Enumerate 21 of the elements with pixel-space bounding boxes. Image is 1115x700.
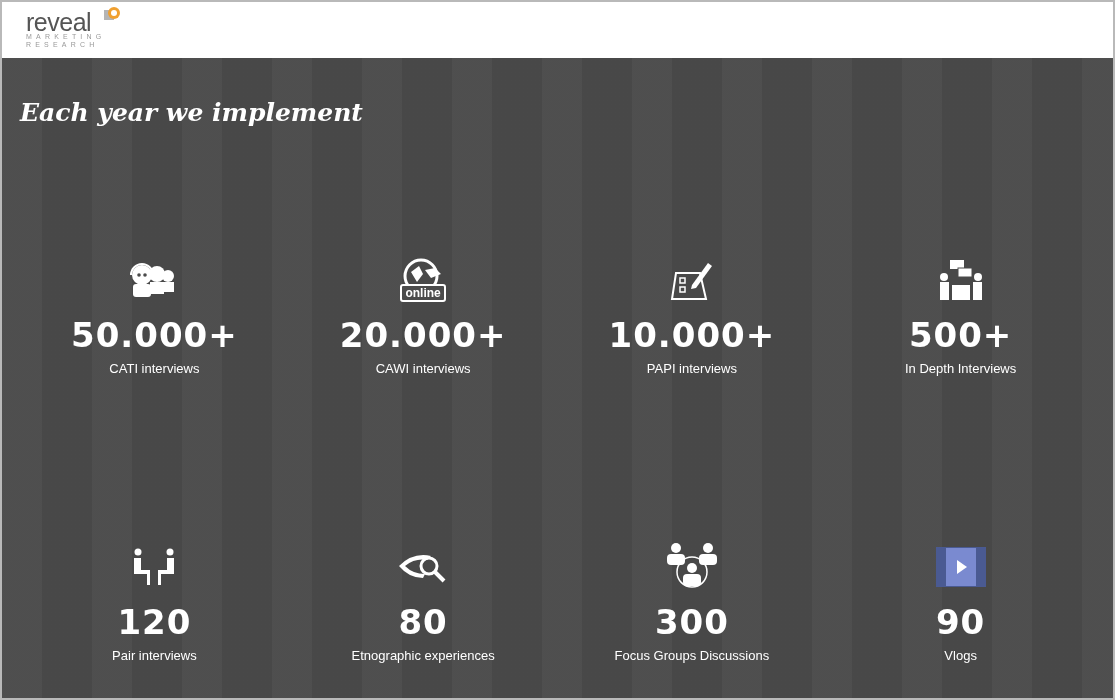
stat-label: Focus Groups Discussions [614,648,770,663]
stat-label: Vlogs [944,648,977,663]
stat-label: CAWI interviews [375,361,471,376]
stat-label: In Depth Interviews [905,361,1017,376]
stat-label: CATI interviews [109,361,200,376]
logo-wordmark: reveal [26,11,92,33]
stat-value: 90 [935,602,986,642]
stat-value: 20.000+ [339,315,507,355]
stat-label: Etnographic experiences [351,648,495,663]
logo-mark-icon [104,7,120,21]
stat-value: 50.000+ [71,315,238,355]
stat-value: 10.000+ [608,315,776,355]
stat-value: 80 [398,602,448,642]
stat-value: 120 [117,602,192,642]
stat-value: 500+ [908,315,1013,355]
stat-value: 300 [654,602,729,642]
stat-label: Pair interviews [112,648,197,663]
video-play-icon [935,547,986,587]
section-heading: Each year we implement [20,98,364,127]
online-label: online [400,284,446,302]
stat-label: PAPI interviews [646,361,737,376]
